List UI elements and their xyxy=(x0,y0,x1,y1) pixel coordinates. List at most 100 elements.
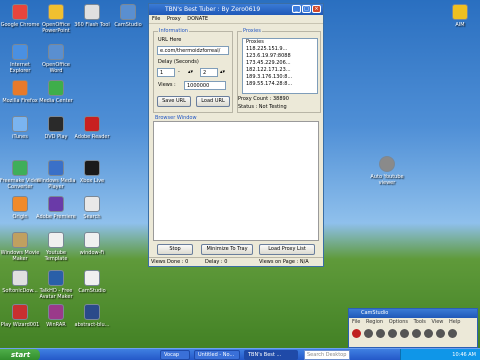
desktop-icon-flashtool[interactable]: 360 Flash Tool xyxy=(72,4,112,28)
delay-separator: - xyxy=(178,69,180,75)
views-on-page: Views on Page : N/A xyxy=(259,259,309,265)
desktop-icon-winrar[interactable]: WinRAR xyxy=(36,304,76,328)
delay-to-spinner-icon[interactable]: ▴▾ xyxy=(220,69,225,75)
information-title: Information xyxy=(158,28,189,34)
list-item[interactable]: 173.45.229.206... xyxy=(246,60,317,67)
desktop-icon-itunes[interactable]: iTunes xyxy=(0,116,40,140)
proxies-panel: Proxies Proxies 118.225.151.9... 123.6.1… xyxy=(237,28,321,113)
desktop-icon-freemake[interactable]: Freemake Video Converter xyxy=(0,160,40,190)
camstudio-titlebar[interactable]: CamStudio xyxy=(349,309,477,318)
webcam-icon[interactable] xyxy=(436,329,445,338)
cam-menu-region[interactable]: Region xyxy=(366,319,383,325)
list-item[interactable]: 189.3.176.130:8... xyxy=(246,74,317,81)
desktop-icon-search[interactable]: Search xyxy=(72,196,112,220)
playwizard-icon xyxy=(12,304,28,320)
desktop-icon-ooimpress[interactable]: OpenOffice PowerPoint xyxy=(36,4,76,34)
minimize-to-tray-button[interactable]: Minimize To Tray xyxy=(201,244,253,255)
desktop-icon-youtube-template[interactable]: Youtube Template xyxy=(36,232,76,262)
views-input[interactable]: 1000000 xyxy=(184,81,226,90)
minimize-icon[interactable]: _ xyxy=(292,5,301,13)
pause-icon[interactable] xyxy=(364,329,373,338)
origin-icon xyxy=(12,196,28,212)
record-icon[interactable] xyxy=(352,329,361,338)
region-icon[interactable] xyxy=(388,329,397,338)
desktop-icon-auto-youtube[interactable]: Auto Youtube viewer xyxy=(364,156,410,186)
talkhd-icon xyxy=(48,270,64,286)
movie-maker-icon xyxy=(12,232,28,248)
delay-from-input[interactable]: 1 xyxy=(157,68,175,77)
delay-spinner-icon[interactable]: ▴▾ xyxy=(188,69,193,75)
desktop-icon-adobe-reader[interactable]: Adobe Reader xyxy=(72,116,112,140)
aim-icon xyxy=(452,4,468,20)
list-item[interactable]: 118.225.151.9... xyxy=(246,46,317,53)
desktop-icon-oowriter[interactable]: OpenOffice Word xyxy=(36,44,76,74)
desktop-icon-moviemaker[interactable]: Windows Movie Maker xyxy=(0,232,40,262)
taskbar: start Vocap Untitled - No... TBN's Best … xyxy=(0,348,480,360)
chrome-icon xyxy=(12,4,28,20)
desktop-icon-dvdplay[interactable]: DVD Play xyxy=(36,116,76,140)
desktop-icon-mediacenter[interactable]: Media Center xyxy=(36,80,76,104)
desktop-icon-abstract[interactable]: abstract-blu... xyxy=(72,304,112,328)
settings-icon[interactable] xyxy=(400,329,409,338)
cam-menu-view[interactable]: View xyxy=(432,319,444,325)
save-url-button[interactable]: Save URL xyxy=(157,96,191,107)
cam-menu-file[interactable]: File xyxy=(352,319,360,325)
proxy-list[interactable]: Proxies 118.225.151.9... 123.6.19.97:808… xyxy=(242,38,318,94)
winrar-icon xyxy=(48,304,64,320)
openoffice-powerpoint-icon xyxy=(48,4,64,20)
flash-tool-icon xyxy=(84,4,100,20)
xbox-icon xyxy=(84,160,100,176)
list-item[interactable]: 182.122.171.23... xyxy=(246,67,317,74)
menu-proxy[interactable]: Proxy xyxy=(167,16,181,22)
browser-window[interactable] xyxy=(153,121,319,241)
list-item[interactable]: 123.6.19.97:8088 xyxy=(246,53,317,60)
cam-menu-tools[interactable]: Tools xyxy=(414,319,426,325)
menu-donate[interactable]: DONATE xyxy=(187,16,208,22)
desktop-icon-chrome[interactable]: Google Chrome xyxy=(0,4,40,28)
delay-status: Delay : 0 xyxy=(205,259,228,265)
close-icon[interactable]: × xyxy=(312,5,321,13)
desktop-icon-playwizard[interactable]: Play Wizard001 xyxy=(0,304,40,328)
cam-menu-options[interactable]: Options xyxy=(389,319,408,325)
desktop-icon-xbox[interactable]: Xbox Live xyxy=(72,160,112,184)
delay-to-input[interactable]: 2 xyxy=(200,68,218,77)
softonic-icon xyxy=(12,270,28,286)
desktop-icon-aim[interactable]: AIM xyxy=(440,4,480,28)
desktop-icon-ie[interactable]: Internet Explorer xyxy=(0,44,40,74)
desktop-icon-premiere[interactable]: Adobe Premiere xyxy=(36,196,76,220)
audio-icon[interactable] xyxy=(448,329,457,338)
menu-file[interactable]: File xyxy=(152,16,160,22)
task-tubers[interactable]: TBN's Best ... xyxy=(244,350,298,360)
annotation-icon[interactable] xyxy=(412,329,421,338)
load-url-button[interactable]: Load URL xyxy=(196,96,230,107)
internet-explorer-icon xyxy=(12,44,28,60)
image-file-icon xyxy=(84,304,100,320)
app-statusbar: Views Done : 0 Delay : 0 Views on Page :… xyxy=(149,257,323,266)
list-item[interactable]: 189.55.174.28:8... xyxy=(246,81,317,88)
delay-label: Delay (Seconds) xyxy=(158,59,199,65)
url-input[interactable]: e.com/thermoidzforreal/ xyxy=(157,46,229,55)
list-item[interactable]: Proxies xyxy=(246,39,317,46)
stop-icon[interactable] xyxy=(376,329,385,338)
task-vocap[interactable]: Vocap xyxy=(160,350,190,360)
search-desktop-input[interactable]: Search Desktop xyxy=(304,350,350,360)
cam-menu-help[interactable]: Help xyxy=(449,319,460,325)
maximize-icon[interactable]: □ xyxy=(302,5,311,13)
adobe-reader-icon xyxy=(84,116,100,132)
desktop-icon-windowfi[interactable]: window-Fi xyxy=(72,232,112,256)
task-notepad[interactable]: Untitled - No... xyxy=(194,350,240,360)
media-center-icon xyxy=(48,80,64,96)
clock: 10:46 AM xyxy=(452,352,476,358)
desktop-icon-camstudio-2[interactable]: CamStudio xyxy=(72,270,112,294)
load-proxy-list-button[interactable]: Load Proxy List xyxy=(259,244,315,255)
desktop-icon-wmp[interactable]: Windows Media Player xyxy=(36,160,76,190)
desktop-icon-firefox[interactable]: Mozilla Firefox xyxy=(0,80,40,104)
app-titlebar[interactable]: TBN's Best Tuber : By Zero0619 _ □ × xyxy=(149,4,323,15)
desktop-icon-softonic[interactable]: SoftonicDow... xyxy=(0,270,40,294)
desktop-icon-talkhd[interactable]: TalkHD - Free Avatar Maker xyxy=(36,270,76,300)
desktop-icon-camstudio[interactable]: CamStudio xyxy=(108,4,148,28)
desktop-icon-origin[interactable]: Origin xyxy=(0,196,40,220)
stop-button[interactable]: Stop xyxy=(157,244,193,255)
cursor-icon[interactable] xyxy=(424,329,433,338)
start-button[interactable]: start xyxy=(0,349,40,360)
